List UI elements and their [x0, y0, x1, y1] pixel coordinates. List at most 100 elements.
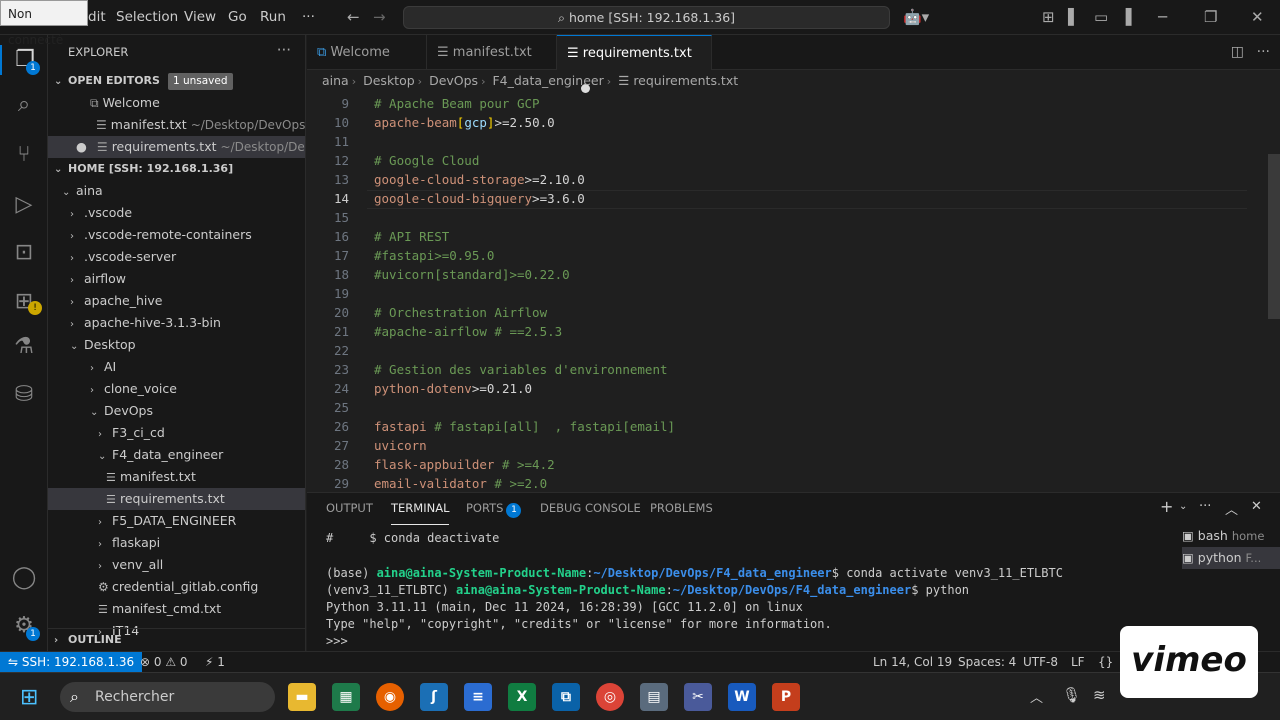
- breadcrumb-item[interactable]: F4_data_engineer: [492, 73, 603, 88]
- maximize-panel-icon[interactable]: ︿: [1225, 499, 1238, 518]
- windows-start-icon[interactable]: ⊞: [20, 685, 38, 710]
- breadcrumb-item[interactable]: Desktop: [363, 73, 415, 88]
- close-window-icon[interactable]: ✕: [1251, 8, 1264, 26]
- code-line[interactable]: # API REST: [374, 229, 449, 244]
- encoding[interactable]: UTF-8: [1023, 652, 1058, 672]
- tree-item[interactable]: › apache_hive: [48, 290, 305, 312]
- terminal-python[interactable]: ▣ python F...: [1182, 547, 1280, 569]
- code-line[interactable]: google-cloud-storage>=2.10.0: [374, 172, 585, 187]
- search-view-icon[interactable]: ⌕: [0, 90, 48, 120]
- code-line[interactable]: google-cloud-bigquery>=3.6.0: [374, 191, 585, 206]
- menu-edit[interactable]: dit: [88, 9, 106, 25]
- code-line[interactable]: uvicorn: [374, 438, 427, 453]
- tree-item[interactable]: ⌄ DevOps: [48, 400, 305, 422]
- tree-item[interactable]: ⌄ F4_data_engineer: [48, 444, 305, 466]
- chevron-down-icon[interactable]: ⌄: [1179, 501, 1187, 512]
- tree-item[interactable]: › F5_DATA_ENGINEER: [48, 510, 305, 532]
- python-icon[interactable]: ⛁: [0, 380, 48, 410]
- tree-item[interactable]: ⌄ aina: [48, 180, 305, 202]
- taskbar-search[interactable]: ⌕ Rechercher: [60, 682, 275, 712]
- tab-output[interactable]: OUTPUT: [326, 501, 373, 525]
- notepad-icon[interactable]: ≡: [464, 683, 492, 711]
- forward-arrow-icon[interactable]: →: [373, 8, 386, 26]
- code-line[interactable]: fastapi # fastapi[all] , fastapi[email]: [374, 419, 675, 434]
- menu-go[interactable]: Go: [228, 9, 247, 25]
- home-folder-header[interactable]: ⌄ HOME [SSH: 192.168.1.36]: [48, 158, 305, 180]
- remote-explorer-icon[interactable]: ⊡: [0, 238, 48, 268]
- testing-icon[interactable]: ⚗: [0, 332, 48, 362]
- excel-icon[interactable]: X: [508, 683, 536, 711]
- extensions-icon[interactable]: ⊞!: [0, 287, 48, 317]
- breadcrumb-item[interactable]: DevOps: [429, 73, 478, 88]
- cursor-position[interactable]: Ln 14, Col 19: [873, 652, 952, 672]
- indentation[interactable]: Spaces: 4: [958, 652, 1016, 672]
- tree-item[interactable]: ☰ manifest.txt: [48, 466, 305, 488]
- close-panel-icon[interactable]: ✕: [1251, 499, 1262, 514]
- code-line[interactable]: #uvicorn[standard]>=0.22.0: [374, 267, 570, 282]
- minimize-icon[interactable]: ─: [1158, 8, 1167, 26]
- menu-more[interactable]: ···: [302, 9, 315, 25]
- spreadsheet-app-icon[interactable]: ▦: [332, 683, 360, 711]
- tree-item[interactable]: ☰ requirements.txt: [48, 488, 305, 510]
- terminal-bash[interactable]: ▣ bash home: [1182, 525, 1280, 547]
- tree-item[interactable]: ⚙ credential_gitlab.config: [48, 576, 305, 598]
- menu-view[interactable]: View: [184, 9, 216, 25]
- end-of-line[interactable]: LF: [1071, 652, 1085, 672]
- menu-selection[interactable]: Selection: [116, 9, 178, 25]
- code-line[interactable]: flask-appbuilder # >=4.2: [374, 457, 555, 472]
- menu-run[interactable]: Run: [260, 9, 286, 25]
- back-arrow-icon[interactable]: ←: [347, 8, 360, 26]
- tab-requirements[interactable]: ☰ requirements.txt: [557, 35, 712, 93]
- wifi-icon[interactable]: ≋: [1093, 686, 1106, 704]
- tree-item[interactable]: › airflow: [48, 268, 305, 290]
- code-line[interactable]: # Orchestration Airflow: [374, 305, 547, 320]
- breadcrumb-item[interactable]: aina: [322, 73, 349, 88]
- app-generic-icon[interactable]: ▤: [640, 683, 668, 711]
- snipping-tool-icon[interactable]: ✂: [684, 683, 712, 711]
- new-terminal-plus-icon[interactable]: +: [1160, 497, 1173, 516]
- remote-indicator[interactable]: ⇋ SSH: 192.168.1.36: [0, 652, 143, 673]
- open-editor-welcome[interactable]: ⧉ Welcome: [48, 92, 305, 114]
- tree-item[interactable]: › F3_ci_cd: [48, 422, 305, 444]
- tab-terminal[interactable]: TERMINAL: [391, 501, 450, 525]
- account-icon[interactable]: ◯: [0, 563, 48, 593]
- minimap[interactable]: [1192, 94, 1252, 134]
- command-center[interactable]: ⌕ home [SSH: 192.168.1.36]: [403, 6, 890, 29]
- split-editor-icon[interactable]: ◫: [1231, 44, 1244, 60]
- tree-item[interactable]: › .vscode: [48, 202, 305, 224]
- tab-problems[interactable]: PROBLEMS: [650, 501, 713, 525]
- chrome-icon[interactable]: ◎: [596, 683, 624, 711]
- outline-header[interactable]: › OUTLINE: [48, 628, 305, 650]
- panel-more-icon[interactable]: ···: [1199, 499, 1211, 514]
- tab-welcome[interactable]: ⧉ Welcome: [307, 35, 427, 70]
- open-editor-manifest[interactable]: ☰manifest.txt~/Desktop/DevOps/F...: [48, 114, 305, 136]
- run-debug-icon[interactable]: ▷: [0, 190, 48, 220]
- vscode-icon[interactable]: ⧉: [552, 683, 580, 711]
- tree-item[interactable]: › .vscode-server: [48, 246, 305, 268]
- code-line[interactable]: #apache-airflow # ==2.5.3: [374, 324, 562, 339]
- tree-item[interactable]: › .vscode-remote-containers: [48, 224, 305, 246]
- language-mode[interactable]: {}: [1098, 652, 1113, 672]
- source-control-icon[interactable]: ⑂: [0, 140, 48, 170]
- code-line[interactable]: apache-beam[gcp]>=2.50.0: [374, 115, 555, 130]
- breadcrumb-item[interactable]: requirements.txt: [633, 73, 738, 88]
- tree-item[interactable]: ☰ manifest_cmd.txt: [48, 598, 305, 620]
- code-line[interactable]: email-validator # >=2.0: [374, 476, 547, 491]
- code-line[interactable]: python-dotenv>=0.21.0: [374, 381, 532, 396]
- tree-item[interactable]: › clone_voice: [48, 378, 305, 400]
- firefox-icon[interactable]: ◉: [376, 683, 404, 711]
- code-editor[interactable]: 9 # Apache Beam pour GCP 10 apache-beam[gcp…: [307, 94, 1280, 492]
- code-line[interactable]: #fastapi>=0.95.0: [374, 248, 494, 263]
- file-explorer-icon[interactable]: ▬: [288, 683, 316, 711]
- tree-item[interactable]: › AI: [48, 356, 305, 378]
- ports-status[interactable]: ⚡ 1: [205, 652, 225, 672]
- code-line[interactable]: # Google Cloud: [374, 153, 479, 168]
- editor-scrollbar[interactable]: [1268, 154, 1280, 319]
- open-editor-requirements[interactable]: ●☰requirements.txt~/Desktop/Dev...: [48, 136, 305, 158]
- copilot-icon[interactable]: 🤖▾: [903, 8, 929, 26]
- problems-status[interactable]: ⊗ 0 ⚠ 0: [140, 652, 188, 672]
- open-editors-header[interactable]: ⌄ OPEN EDITORS 1 unsaved: [48, 70, 305, 92]
- customize-layout-icon[interactable]: ⊞: [1042, 8, 1055, 26]
- app-s-icon[interactable]: ʃ: [420, 683, 448, 711]
- more-actions-icon[interactable]: ···: [277, 41, 291, 59]
